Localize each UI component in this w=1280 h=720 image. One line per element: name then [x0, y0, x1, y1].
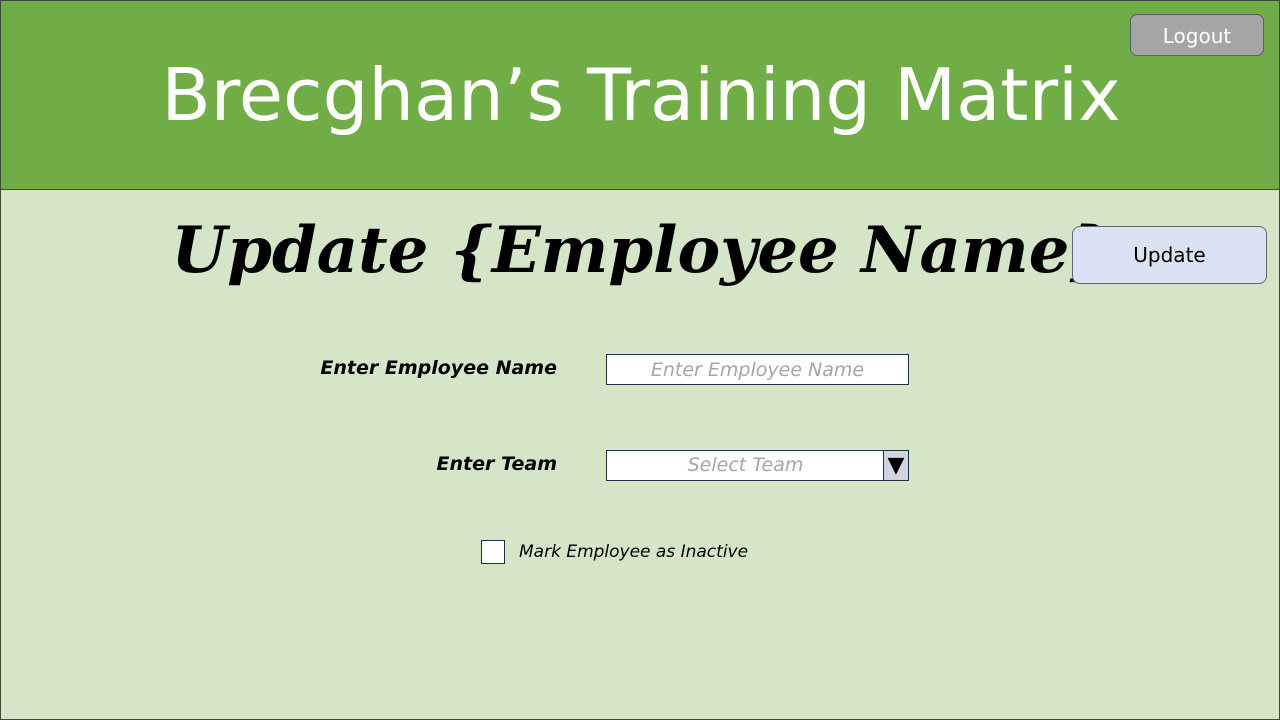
inactive-checkbox[interactable] — [481, 540, 505, 564]
team-select[interactable]: Select Team ▼ — [606, 450, 909, 481]
triangle-down-icon[interactable]: ▼ — [883, 451, 908, 480]
team-label: Enter Team — [436, 453, 557, 475]
team-select-value: Select Team — [687, 454, 804, 476]
update-button[interactable]: Update — [1072, 226, 1267, 284]
logout-button[interactable]: Logout — [1130, 14, 1264, 56]
employee-name-label: Enter Employee Name — [320, 357, 557, 379]
app-window: Brecghan’s Training Matrix Logout Update… — [0, 0, 1280, 720]
employee-name-input[interactable] — [606, 354, 909, 385]
header-bar: Brecghan’s Training Matrix Logout — [1, 1, 1279, 190]
app-title: Brecghan’s Training Matrix — [161, 53, 1121, 137]
inactive-checkbox-label: Mark Employee as Inactive — [519, 542, 749, 562]
page-title: Update {Employee Name} — [171, 213, 1111, 288]
